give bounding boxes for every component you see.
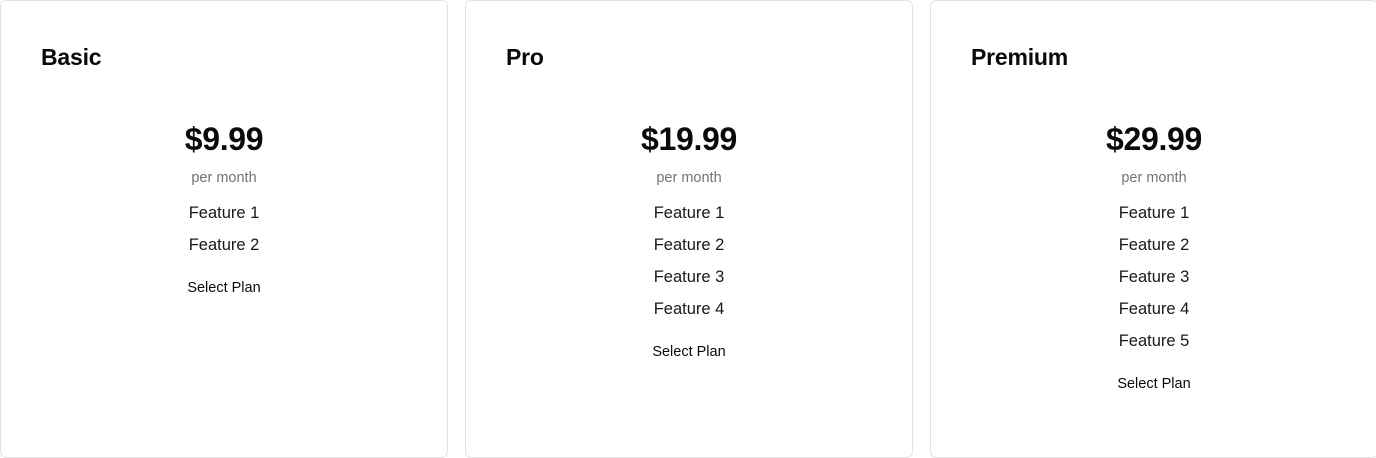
feature-item: Feature 4 (1118, 300, 1190, 318)
plan-price: $29.99 (1105, 121, 1203, 157)
plan-price: $9.99 (184, 121, 264, 157)
pricing-plans: Basic $9.99 per month Feature 1 Feature … (0, 0, 1376, 458)
feature-item: Feature 5 (1118, 332, 1190, 350)
feature-item: Feature 2 (653, 236, 725, 254)
plan-card-premium: Premium $29.99 per month Feature 1 Featu… (930, 0, 1376, 458)
feature-list: Feature 1 Feature 2 Feature 3 Feature 4 … (931, 197, 1376, 357)
plan-card-basic: Basic $9.99 per month Feature 1 Feature … (0, 0, 448, 458)
feature-list: Feature 1 Feature 2 Feature 3 Feature 4 (466, 197, 912, 325)
plan-title: Basic (41, 44, 102, 70)
select-plan-button[interactable]: Select Plan (640, 336, 737, 368)
plan-price: $19.99 (640, 121, 738, 157)
feature-item: Feature 2 (188, 236, 260, 254)
feature-list: Feature 1 Feature 2 (1, 197, 447, 261)
billing-period: per month (191, 170, 257, 186)
billing-period: per month (656, 170, 722, 186)
feature-item: Feature 1 (188, 204, 260, 222)
feature-item: Feature 3 (653, 268, 725, 286)
price-block: $29.99 per month Feature 1 Feature 2 Fea… (931, 119, 1376, 400)
price-block: $9.99 per month Feature 1 Feature 2 Sele… (1, 119, 447, 304)
feature-item: Feature 1 (1118, 204, 1190, 222)
plan-card-pro: Pro $19.99 per month Feature 1 Feature 2… (465, 0, 913, 458)
select-plan-button[interactable]: Select Plan (175, 272, 272, 304)
feature-item: Feature 1 (653, 204, 725, 222)
billing-period: per month (1121, 170, 1187, 186)
feature-item: Feature 2 (1118, 236, 1190, 254)
price-block: $19.99 per month Feature 1 Feature 2 Fea… (466, 119, 912, 368)
plan-title: Pro (506, 44, 544, 70)
feature-item: Feature 4 (653, 300, 725, 318)
plan-title: Premium (971, 44, 1069, 70)
select-plan-button[interactable]: Select Plan (1105, 368, 1202, 400)
feature-item: Feature 3 (1118, 268, 1190, 286)
